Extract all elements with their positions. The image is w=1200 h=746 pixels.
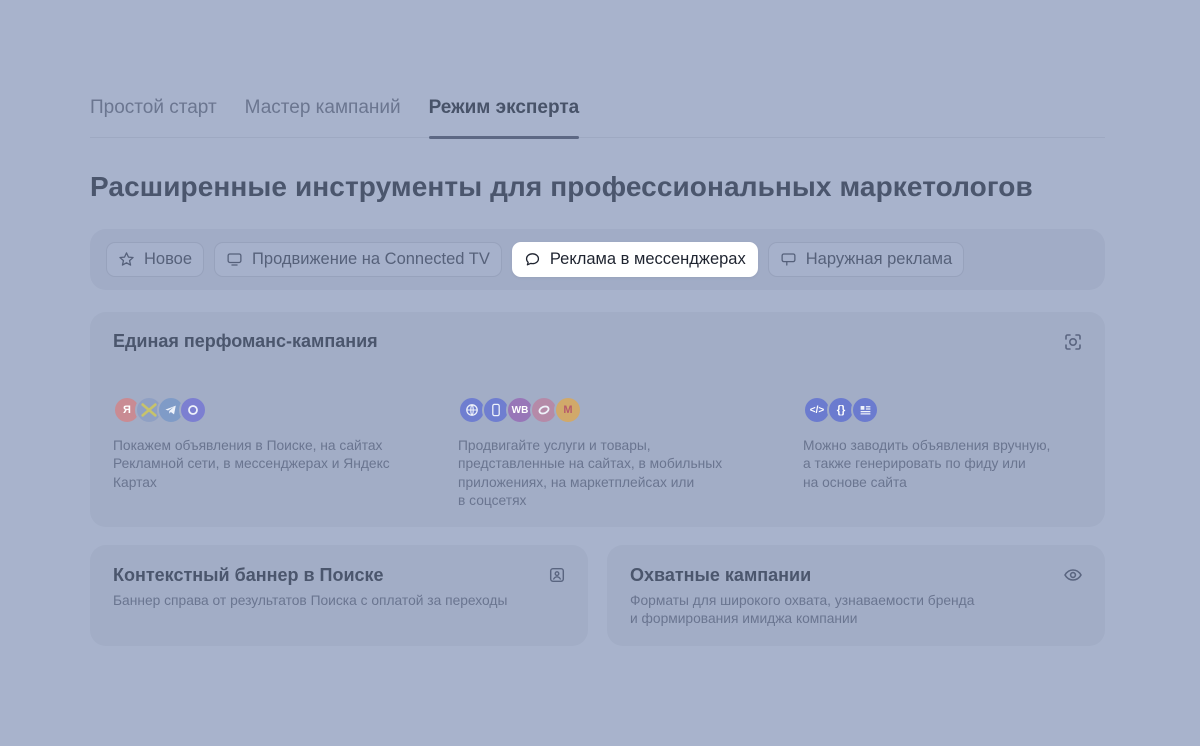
page-title: Расширенные инструменты для профессионал… [90,171,1033,202]
column-description: Продвигайте услуги и товары, представлен… [458,438,723,509]
chip-connected-tv[interactable]: Продвижение на Connected TV [214,242,502,277]
performance-campaign-card[interactable]: Единая перфоманс-кампания Я Покажем объя… [90,312,1105,527]
monitor-icon [227,253,242,266]
chip-messengers[interactable]: Реклама в мессенджерах [511,242,758,277]
search-banner-card[interactable]: Контекстный баннер в Поиске Баннер справ… [90,545,588,646]
creation-logos: </> {} [803,396,1093,424]
card-title: Единая перфоманс-кампания [113,331,378,351]
source-logos: WB M [458,396,748,424]
chip-label: Новое [144,250,193,268]
reach-campaigns-card[interactable]: Охватные кампании Форматы для широкого о… [607,545,1105,646]
feature-column-placements: Я Покажем объявления в Поиске, на сайтах… [113,396,403,492]
eye-icon [1064,569,1082,581]
target-scan-icon [1065,334,1081,350]
filter-chip-bar: Новое Продвижение на Connected TV Реклам… [90,229,1105,290]
billboard-icon [781,253,796,266]
column-description: Покажем объявления в Поиске, на сайтах Р… [113,438,390,490]
feature-column-sources: WB M Продвигайте услуги и товары, предст… [458,396,748,511]
column-description: Можно заводить объявления вручную, а так… [803,438,1051,490]
card-description: Баннер справа от результатов Поиска с оп… [113,593,508,608]
maps-logo-icon [179,396,207,424]
tab-expert-mode[interactable]: Режим эксперта [428,92,579,139]
star-icon [119,252,134,266]
mode-tabs: Простой старт Мастер кампаний Режим эксп… [90,92,1105,139]
card-title: Контекстный баннер в Поиске [113,565,384,585]
platform-logos: Я [113,396,403,424]
chip-label: Реклама в мессенджерах [549,250,746,268]
chip-label: Наружная реклама [805,250,953,268]
chip-new[interactable]: Новое [106,242,205,277]
tab-campaign-wizard[interactable]: Мастер кампаний [245,92,401,138]
chip-label: Продвижение на Connected TV [252,250,490,268]
chip-outdoor[interactable]: Наружная реклама [767,242,965,277]
card-title: Охватные кампании [630,565,812,585]
market-logo-icon: M [554,396,582,424]
chat-bubble-icon [525,253,539,266]
article-icon [851,396,879,424]
tab-simple-start[interactable]: Простой старт [90,92,217,138]
feature-column-creation: </> {} Можно заводить объявления вручную… [803,396,1093,492]
card-description: Форматы для широкого охвата, узнаваемост… [630,593,975,627]
image-frame-icon [549,567,565,583]
